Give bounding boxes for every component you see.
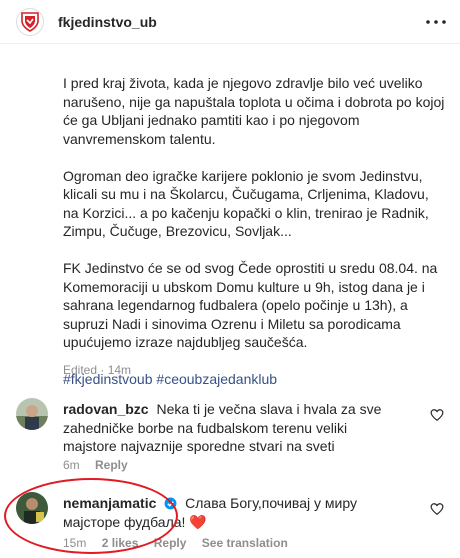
comment-actions: 15m 2 likes Reply See translation [63, 536, 300, 550]
caption-paragraph: I pred kraj života, kada je njegovo zdra… [63, 75, 445, 147]
comment-text-block: nemanjamatic Слава Богу,почивај у миру м… [63, 494, 403, 531]
caption-paragraph: FK Jedinstvo će se od svog Čede oprostit… [63, 260, 438, 350]
comment-time: 15m [63, 536, 87, 550]
comment-time: 6m [63, 458, 80, 472]
post-header: fkjedinstvo_ub [0, 0, 460, 44]
club-crest-icon [21, 12, 39, 32]
hashtag-link[interactable]: #ceoubzajedanklub [156, 371, 277, 387]
post-meta: Edited · 14m [63, 363, 132, 377]
see-translation-link[interactable]: See translation [202, 536, 288, 550]
club-avatar[interactable] [16, 8, 44, 36]
avatar[interactable] [16, 492, 48, 524]
like-heart-icon[interactable] [430, 408, 444, 422]
verified-badge-icon [164, 497, 177, 510]
caption-paragraph: Ogroman deo igračke karijere poklonio je… [63, 167, 429, 240]
avatar[interactable] [16, 398, 48, 430]
reply-button[interactable]: Reply [95, 458, 128, 472]
post-username[interactable]: fkjedinstvo_ub [58, 14, 157, 30]
post-caption: I pred kraj života, kada je njegovo zdra… [63, 74, 445, 407]
reply-button[interactable]: Reply [154, 536, 187, 550]
more-options-icon[interactable] [424, 10, 448, 34]
comment-username[interactable]: nemanjamatic [63, 495, 156, 511]
comment-username[interactable]: radovan_bzc [63, 401, 149, 417]
comment-actions: 6m Reply [63, 458, 140, 472]
like-heart-icon[interactable] [430, 502, 444, 516]
comment-text-block: radovan_bzc Neka ti je večna slava i hva… [63, 400, 403, 456]
likes-count[interactable]: 2 likes [102, 536, 139, 550]
